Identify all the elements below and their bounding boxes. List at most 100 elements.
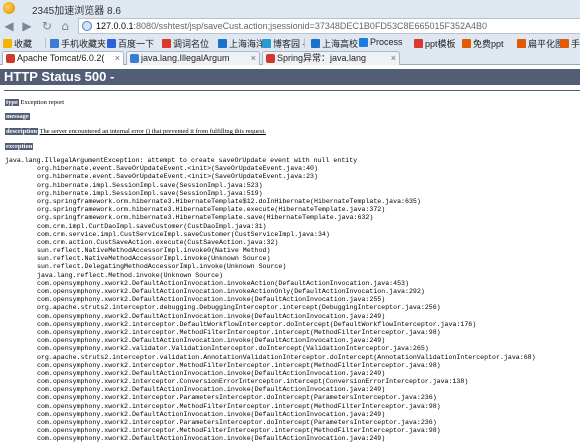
exception-label: exception (5, 143, 34, 150)
address-bar[interactable]: 127.0.0.1:8080/sshtest/jsp/saveCust.acti… (78, 18, 580, 34)
bookmark-item[interactable]: 上海高校 (311, 37, 358, 50)
browser-chrome: 2345加速浏览器 8.6 ◀ ▶ ↻ ⌂ 127.0.0.1:8080/ssh… (0, 0, 580, 65)
bookmark-favicon-icon (517, 39, 526, 48)
bookmark-favicon-icon (560, 39, 569, 48)
url-host: 127.0.0.1 (96, 21, 134, 31)
stack-trace-line: org.apache.struts2.interceptor.debugging… (37, 304, 441, 312)
stack-trace-line: com.opensymphony.xwork2.DefaultActionInv… (37, 386, 386, 394)
tab-label: Apache Tomcat/6.0.2( (17, 53, 105, 63)
bookmark-label: 手绘水 (571, 39, 580, 49)
stack-trace-line: com.opensymphony.xwork2.validator.Valida… (37, 345, 429, 353)
description-text: The server encountered an internal error… (39, 128, 266, 135)
stack-trace-line: com.opensymphony.xwork2.interceptor.Para… (37, 394, 437, 402)
title-bar: 2345加速浏览器 8.6 (0, 0, 580, 17)
tab-strip: Apache Tomcat/6.0.2(× java.lang.IllegalAr… (0, 50, 580, 65)
bookmark-separator (304, 38, 305, 48)
bookmark-item[interactable]: 百度一下 (107, 37, 154, 50)
description-row: description The server encountered an in… (5, 128, 266, 135)
stack-trace-line: java.lang.IllegalArgumentException: atte… (5, 157, 358, 164)
bookmark-favicon-icon (311, 39, 320, 48)
stack-trace-line: org.hibernate.impl.SessionImpl.save(Sess… (37, 189, 263, 197)
tab-favicon-icon (130, 54, 139, 63)
bookmark-item[interactable]: 收藏 (3, 37, 32, 50)
bookmark-label: 上海海洋 (229, 39, 266, 49)
type-label: type (5, 99, 19, 106)
bookmark-favicon-icon (107, 39, 116, 48)
stack-trace-line: com.opensymphony.xwork2.interceptor.Meth… (37, 328, 441, 336)
bookmark-item[interactable]: Process (359, 37, 403, 47)
error-page: HTTP Status 500 - type Exception report … (0, 65, 580, 448)
stack-trace-line: org.springframework.orm.hibernate3.Hiber… (37, 214, 374, 222)
stack-trace-line: com.opensymphony.xwork2.interceptor.Meth… (37, 361, 441, 369)
stack-trace-line: com.opensymphony.xwork2.DefaultActionInv… (37, 279, 409, 287)
bookmark-item[interactable]: 博客园 - (262, 37, 306, 50)
tab-close-icon[interactable]: × (115, 52, 120, 64)
stack-trace-line: org.springframework.orm.hibernate3.Hiber… (37, 206, 386, 214)
tab-label: java.lang.IllegalArgum (141, 53, 230, 63)
message-row: message (5, 113, 30, 120)
star-icon (3, 39, 12, 48)
bookmark-item[interactable]: 手绘水 (560, 37, 580, 50)
divider (4, 90, 580, 91)
description-label: description (5, 128, 39, 135)
stack-trace-line: com.opensymphony.xwork2.DefaultActionInv… (37, 296, 386, 304)
stack-trace-line: com.opensymphony.xwork2.interceptor.Para… (37, 419, 437, 426)
bookmark-item[interactable]: 调词名位 (162, 37, 209, 50)
bookmark-item[interactable]: 免费ppt (462, 37, 504, 50)
bookmark-label: 百度一下 (118, 39, 155, 49)
bookmark-label: ppt模板 (425, 39, 456, 49)
bookmark-favicon-icon (462, 39, 471, 48)
bookmark-favicon-icon (162, 39, 171, 48)
tab-close-icon[interactable]: × (391, 52, 396, 64)
stack-trace-line: com.opensymphony.xwork2.interceptor.Meth… (37, 402, 441, 410)
bookmark-favicon-icon (262, 39, 271, 48)
stack-trace-line: com.crm.impl.CurtDaoImpl.saveCustomer(Cu… (37, 222, 267, 230)
bookmark-favicon-icon (50, 39, 59, 48)
bookmark-favicon-icon (414, 39, 423, 48)
tab-favicon-icon (6, 54, 15, 63)
bookmark-item[interactable]: 上海海洋 (218, 37, 265, 50)
browser-tab[interactable]: Spring异常：java.lang × (262, 51, 400, 65)
forward-arrow-icon[interactable]: ▶ (20, 19, 34, 33)
tab-close-icon[interactable]: × (251, 52, 256, 64)
stack-trace-line: sun.reflect.DelegatingMethodAccessorImpl… (37, 263, 287, 271)
stack-trace-line: com.opensymphony.xwork2.interceptor.Defa… (37, 320, 477, 328)
window-title: 2345加速浏览器 8.6 (32, 6, 121, 17)
navigation-bar: ◀ ▶ ↻ ⌂ 127.0.0.1:8080/sshtest/jsp/saveC… (0, 16, 580, 36)
browser-tab[interactable]: Apache Tomcat/6.0.2( × (2, 51, 124, 65)
stack-trace-line: org.hibernate.event.SaveOrUpdateEvent.<i… (37, 165, 318, 173)
bookmark-label: 扁平化图 (528, 39, 565, 49)
bookmark-label: Process (370, 37, 403, 47)
bookmark-label: 免费ppt (473, 39, 504, 49)
address-url: 127.0.0.1:8080/sshtest/jsp/saveCust.acti… (96, 21, 487, 31)
bookmark-item[interactable]: 扁平化图 (517, 37, 564, 50)
stack-trace-line: com.opensymphony.xwork2.DefaultActionInv… (37, 369, 386, 377)
stack-trace: java.lang.IllegalArgumentException: atte… (5, 157, 580, 444)
browser-tab[interactable]: java.lang.IllegalArgum × (126, 51, 260, 65)
stack-trace-line: com.crm.action.CustSaveAction.execute(Cu… (37, 238, 279, 246)
page-title: HTTP Status 500 - (0, 69, 580, 85)
bookmark-item[interactable]: ppt模板 (414, 37, 456, 50)
stack-trace-line: com.opensymphony.xwork2.DefaultActionInv… (37, 410, 386, 418)
stack-trace-line: org.hibernate.event.SaveOrUpdateEvent.<i… (37, 173, 318, 181)
stack-trace-line: com.opensymphony.xwork2.DefaultActionInv… (37, 337, 386, 345)
bookmark-label: 上海高校 (322, 39, 359, 49)
bookmark-favicon-icon (218, 39, 227, 48)
tab-label: Spring异常：java.lang (277, 53, 367, 63)
back-arrow-icon[interactable]: ◀ (2, 19, 16, 33)
bookmark-item[interactable]: 手机收藏夹 (50, 37, 106, 50)
stack-trace-line: com.opensymphony.xwork2.interceptor.Meth… (37, 427, 441, 435)
bookmark-label: 调词名位 (173, 39, 210, 49)
home-icon[interactable]: ⌂ (58, 19, 72, 33)
bookmark-label: 收藏 (14, 39, 33, 49)
stack-trace-line: org.apache.struts2.interceptor.validatio… (37, 353, 536, 361)
exception-row: exception (5, 143, 34, 150)
bookmark-separator (45, 38, 46, 48)
bookmark-label: 博客园 - (273, 39, 306, 49)
stack-trace-line: java.lang.reflect.Method.invoke(Unknown … (37, 271, 223, 279)
globe-icon (82, 21, 92, 31)
stack-trace-line: org.springframework.orm.hibernate3.Hiber… (37, 197, 421, 205)
stack-trace-line: com.opensymphony.xwork2.DefaultActionInv… (37, 435, 386, 443)
message-label: message (5, 113, 30, 120)
refresh-icon[interactable]: ↻ (40, 19, 54, 33)
